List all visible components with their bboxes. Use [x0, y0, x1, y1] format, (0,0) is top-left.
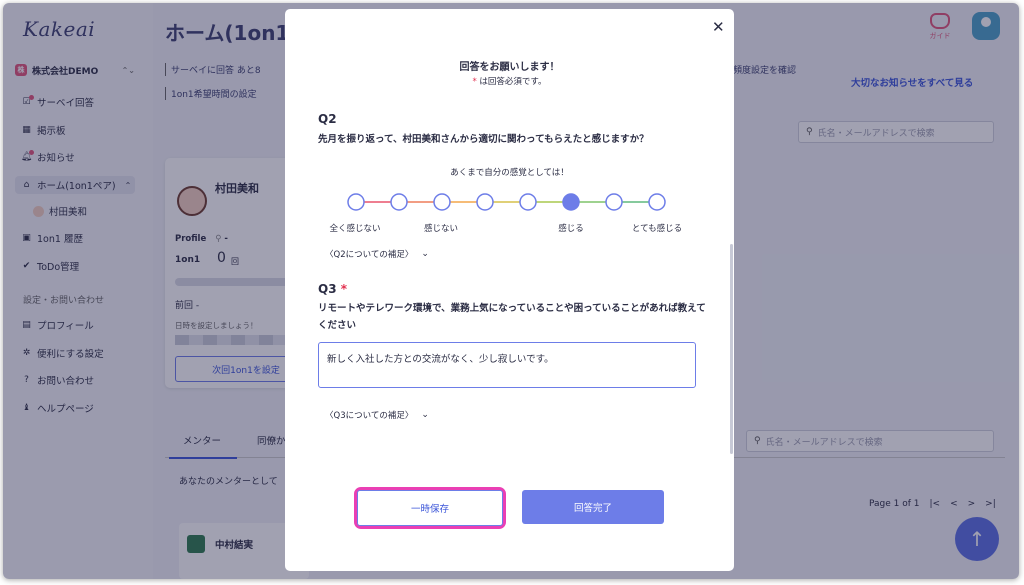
- chevron-down-icon: ⌄: [421, 249, 429, 259]
- scale-option-3[interactable]: [433, 193, 451, 211]
- scale-label-low: 感じない: [423, 224, 459, 234]
- scale-option-7[interactable]: [605, 193, 623, 211]
- app-window: Kakeai 株 株式会社DEMO ⌃⌄ ☑ サーベイ回答 ▦ 掲示板 🔔︎ お…: [3, 3, 1019, 579]
- q3-text: リモートやテレワーク環境で、業務上気になっていることや困っていることがあれば教え…: [318, 303, 706, 331]
- close-button[interactable]: ✕: [712, 18, 725, 36]
- scale-option-6[interactable]: [562, 193, 580, 211]
- scale-option-2[interactable]: [390, 193, 408, 211]
- scale-label-none: 全く感じない: [329, 224, 381, 234]
- q3-required-star: *: [340, 282, 348, 296]
- q2-supplement-toggle[interactable]: 〈Q2についての補足〉 ⌄: [325, 248, 429, 260]
- scale-label-high: 感じる: [558, 224, 584, 234]
- required-note: * は回答必須です。: [472, 77, 547, 87]
- scale-option-8[interactable]: [648, 193, 666, 211]
- q3-supplement-toggle[interactable]: 〈Q3についての補足〉 ⌄: [325, 409, 429, 421]
- scale-option-4[interactable]: [476, 193, 494, 211]
- q3-answer-textarea[interactable]: 新しく入社した方との交流がなく、少し寂しいです。: [318, 342, 696, 388]
- modal-title: 回答をお願いします！: [459, 62, 560, 73]
- modal-scrollbar[interactable]: [730, 244, 733, 454]
- required-star: *: [472, 77, 477, 87]
- q3-label: Q3 *: [318, 282, 348, 296]
- scale-option-1[interactable]: [347, 193, 365, 211]
- survey-modal: ✕ 回答をお願いします！ * は回答必須です。 Q2 先月を振り返って、村田美和…: [285, 9, 734, 571]
- q2-scale: [347, 193, 666, 211]
- q2-text: 先月を振り返って、村田美和さんから適切に関わってもらえたと感じますか？: [318, 134, 649, 145]
- submit-answer-button[interactable]: 回答完了: [522, 490, 664, 524]
- scale-label-max: とても感じる: [631, 224, 683, 234]
- q2-note: あくまで自分の感覚としては！: [450, 168, 569, 178]
- scale-option-5[interactable]: [519, 193, 537, 211]
- temporary-save-button[interactable]: 一時保存: [357, 490, 503, 526]
- q2-label: Q2: [318, 112, 337, 126]
- chevron-down-icon: ⌄: [421, 410, 429, 420]
